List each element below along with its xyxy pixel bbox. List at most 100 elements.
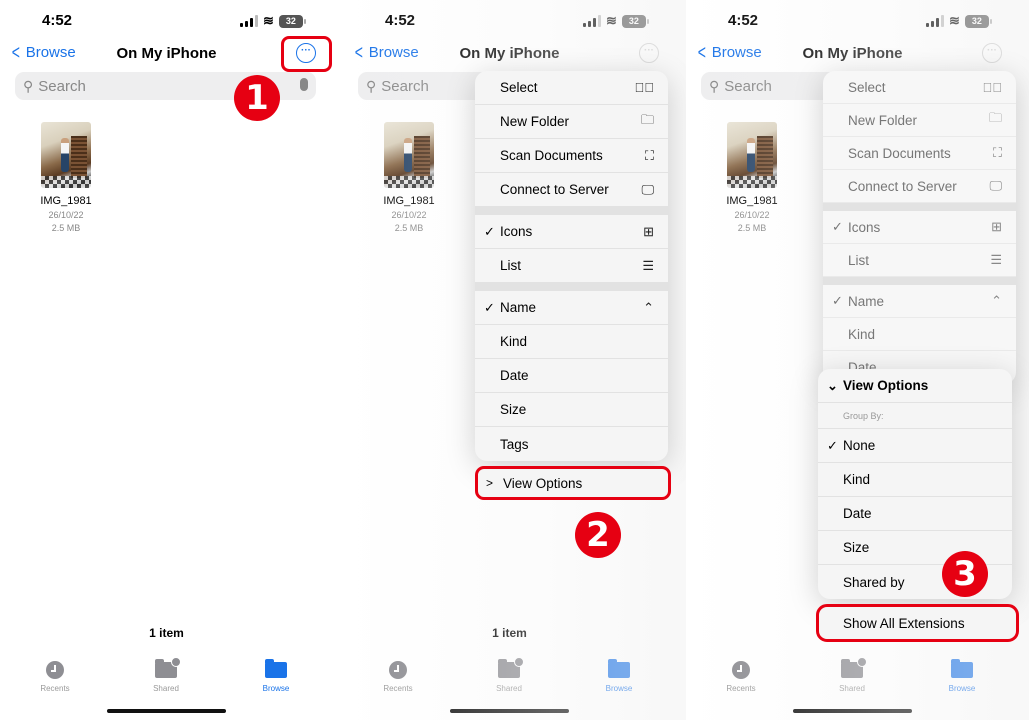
menu-item-select[interactable]: Select ✓⃝ bbox=[823, 71, 1016, 104]
status-time: 4:52 bbox=[42, 12, 73, 29]
monitor-icon: 🖵 bbox=[989, 178, 1002, 193]
menu-label: View Options bbox=[843, 378, 929, 393]
signal-icon bbox=[240, 15, 258, 27]
file-name: IMG_1981 bbox=[40, 195, 92, 207]
file-date: 26/10/22 bbox=[734, 210, 770, 220]
menu-item-scan-documents[interactable]: Scan Documents ⛶ bbox=[823, 137, 1016, 170]
checkmark-icon: ✓ bbox=[827, 437, 838, 453]
menu-separator bbox=[823, 277, 1016, 285]
tab-label: Shared bbox=[496, 684, 522, 693]
file-item[interactable]: IMG_1981 26/10/22 2.5 MB bbox=[30, 122, 102, 233]
new-folder-icon: 🗀 bbox=[988, 110, 1002, 125]
tab-label: Browse bbox=[948, 684, 976, 693]
grid-icon: ⊞ bbox=[643, 223, 654, 239]
tab-recents[interactable]: Recents bbox=[711, 660, 771, 693]
tab-browse[interactable]: Browse bbox=[246, 659, 306, 693]
tab-browse[interactable]: Browse bbox=[589, 659, 649, 693]
chevron-up-icon: ⌃ bbox=[643, 299, 654, 315]
menu-item-connect-server[interactable]: Connect to Server 🖵 bbox=[475, 173, 668, 207]
battery-icon: 32 bbox=[278, 14, 306, 28]
show-all-extensions-button[interactable]: Show All Extensions bbox=[816, 604, 1019, 642]
file-item[interactable]: IMG_1981 26/10/22 2.5 MB bbox=[373, 122, 445, 233]
grid-icon: ⊞ bbox=[991, 219, 1002, 234]
tab-browse[interactable]: Browse bbox=[932, 659, 992, 693]
search-placeholder: Search bbox=[381, 77, 429, 95]
menu-label: Scan Documents bbox=[500, 148, 603, 163]
menu-item-list[interactable]: List ☰ bbox=[475, 249, 668, 283]
clock-icon bbox=[46, 661, 64, 679]
folder-icon bbox=[265, 659, 287, 678]
menu-label: Connect to Server bbox=[500, 182, 609, 197]
file-size: 2.5 MB bbox=[394, 223, 424, 233]
file-item[interactable]: IMG_1981 26/10/22 2.5 MB bbox=[716, 122, 788, 233]
tab-label: Shared bbox=[153, 684, 179, 693]
signal-icon bbox=[926, 15, 944, 27]
menu-label: List bbox=[848, 252, 870, 268]
menu-label: Shared by bbox=[843, 574, 905, 590]
group-item-none[interactable]: ✓ None bbox=[818, 429, 1012, 463]
step-badge: 3 bbox=[942, 551, 988, 597]
home-indicator bbox=[107, 709, 226, 713]
battery-icon: 32 bbox=[621, 14, 649, 28]
status-time: 4:52 bbox=[385, 12, 416, 29]
screen-step-1: 4:52 ≋ 32 < Browse On My iPhone ··· ⚲ Sea… bbox=[0, 0, 343, 720]
page-title: On My iPhone bbox=[802, 45, 903, 62]
menu-item-sort-tags[interactable]: Tags bbox=[475, 427, 668, 461]
tab-label: Shared bbox=[839, 684, 865, 693]
menu-label: Select bbox=[500, 80, 538, 95]
screen-step-2: 4:52 ≋ 32 < Browse On My iPhone ··· ⚲ Sea… bbox=[343, 0, 686, 720]
file-name: IMG_1981 bbox=[726, 195, 778, 207]
menu-label: Date bbox=[843, 506, 872, 521]
menu-label: Kind bbox=[843, 472, 871, 487]
chevron-down-icon: ⌄ bbox=[827, 377, 838, 393]
menu-item-icons[interactable]: ✓ Icons ⊞ bbox=[823, 211, 1016, 244]
menu-item-scan-documents[interactable]: Scan Documents ⛶ bbox=[475, 139, 668, 173]
group-item-date[interactable]: Date bbox=[818, 497, 1012, 531]
wifi-icon: ≋ bbox=[606, 13, 617, 28]
checkmark-icon: ✓ bbox=[832, 219, 843, 234]
menu-item-list[interactable]: List ☰ bbox=[823, 244, 1016, 277]
microphone-icon[interactable] bbox=[300, 78, 308, 91]
file-thumbnail bbox=[727, 122, 777, 188]
menu-item-sort-kind[interactable]: Kind bbox=[475, 325, 668, 359]
menu-label: Select bbox=[848, 79, 886, 95]
shared-folder-icon bbox=[841, 657, 867, 678]
tab-label: Browse bbox=[262, 684, 290, 693]
view-options-header[interactable]: ⌄ View Options bbox=[818, 369, 1012, 403]
menu-item-select[interactable]: Select ✓⃝ bbox=[475, 71, 668, 105]
menu-item-sort-name[interactable]: ✓ Name ⌃ bbox=[475, 291, 668, 325]
menu-label: Name bbox=[500, 300, 537, 315]
menu-label: Date bbox=[500, 368, 529, 383]
screen-step-3: 4:52 ≋ 32 < Browse On My iPhone ··· ⚲ Sea… bbox=[686, 0, 1029, 720]
tab-recents[interactable]: Recents bbox=[25, 660, 85, 693]
menu-label: Size bbox=[843, 540, 870, 555]
list-icon: ☰ bbox=[642, 257, 654, 273]
menu-label: Icons bbox=[848, 219, 881, 235]
menu-label: Tags bbox=[500, 436, 529, 452]
tab-shared[interactable]: Shared bbox=[479, 657, 539, 693]
wifi-icon: ≋ bbox=[263, 13, 274, 28]
tab-recents[interactable]: Recents bbox=[368, 660, 428, 693]
more-options-icon[interactable]: ··· bbox=[982, 43, 1002, 63]
more-options-icon[interactable]: ··· bbox=[639, 43, 659, 63]
menu-item-sort-kind[interactable]: Kind bbox=[823, 318, 1016, 351]
group-item-kind[interactable]: Kind bbox=[818, 463, 1012, 497]
menu-item-icons[interactable]: ✓ Icons ⊞ bbox=[475, 215, 668, 249]
menu-item-sort-date[interactable]: Date bbox=[475, 359, 668, 393]
menu-item-view-options[interactable]: > View Options bbox=[475, 466, 671, 500]
menu-item-connect-server[interactable]: Connect to Server 🖵 bbox=[823, 170, 1016, 203]
scan-document-icon: ⛶ bbox=[644, 147, 654, 163]
list-icon: ☰ bbox=[990, 252, 1002, 267]
status-icons: ≋ 32 bbox=[583, 13, 649, 29]
more-menu: Select ✓⃝ New Folder 🗀 Scan Documents ⛶ Con… bbox=[475, 71, 668, 461]
menu-item-sort-name[interactable]: ✓ Name ⌃ bbox=[823, 285, 1016, 318]
home-indicator bbox=[450, 709, 569, 713]
tab-shared[interactable]: Shared bbox=[136, 657, 196, 693]
menu-label: List bbox=[500, 258, 522, 273]
menu-item-new-folder[interactable]: New Folder 🗀 bbox=[823, 104, 1016, 137]
menu-item-sort-size[interactable]: Size bbox=[475, 393, 668, 427]
tab-shared[interactable]: Shared bbox=[822, 657, 882, 693]
menu-item-new-folder[interactable]: New Folder 🗀 bbox=[475, 105, 668, 139]
signal-icon bbox=[583, 15, 601, 27]
checkmark-circle-icon: ✓⃝ bbox=[634, 80, 655, 95]
